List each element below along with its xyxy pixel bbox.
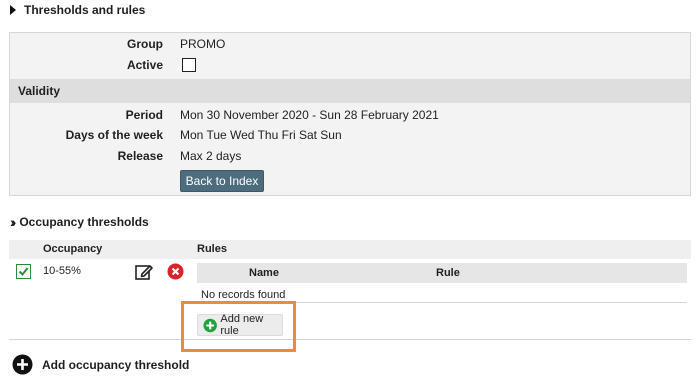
active-label: Active: [126, 58, 163, 72]
validity-header: Validity: [10, 79, 690, 103]
release-label: Release: [117, 149, 163, 163]
days-value: Mon Tue Wed Thu Fri Sat Sun: [180, 128, 342, 142]
double-chevron-right-icon: ››: [10, 214, 17, 230]
col-rules: Rules: [197, 243, 227, 255]
occupancy-value: 10-55%: [43, 265, 81, 277]
days-label: Days of the week: [65, 128, 163, 142]
add-new-rule-button[interactable]: Add new rule: [197, 313, 283, 337]
add-new-rule-label: Add new rule: [220, 313, 264, 337]
group-row: Group PROMO: [10, 34, 690, 54]
validity-title: Validity: [18, 84, 61, 98]
period-value: Mon 30 November 2020 - Sun 28 February 2…: [180, 108, 439, 122]
occupancy-table-header: Occupancy Rules: [9, 240, 691, 259]
details-panel: Group PROMO Active Validity Period Mon 3…: [9, 32, 691, 196]
active-row: Active: [10, 55, 690, 75]
release-row: Release Max 2 days: [10, 146, 690, 166]
delete-icon[interactable]: [167, 263, 184, 283]
back-to-index-button[interactable]: Back to Index: [180, 170, 264, 192]
plus-circle-black-icon: [12, 354, 33, 375]
active-checkbox[interactable]: [182, 58, 196, 72]
no-records-text: No records found: [201, 289, 286, 301]
occupancy-title: Occupancy thresholds: [19, 215, 149, 229]
rules-col-name: Name: [249, 267, 279, 279]
period-label: Period: [125, 108, 163, 122]
add-occupancy-threshold-button[interactable]: Add occupancy threshold: [12, 354, 189, 375]
occupancy-table: Occupancy Rules 10-55% Name Rule No reco…: [9, 240, 691, 340]
rules-table-header: Name Rule: [197, 263, 687, 283]
group-label: Group: [127, 37, 163, 51]
threshold-checkbox[interactable]: [16, 264, 31, 279]
rules-col-rule: Rule: [436, 267, 460, 279]
occupancy-section-header[interactable]: ›› Occupancy thresholds: [10, 214, 149, 230]
thresholds-title: Thresholds and rules: [24, 3, 146, 17]
period-row: Period Mon 30 November 2020 - Sun 28 Feb…: [10, 105, 690, 125]
edit-icon[interactable]: [134, 262, 154, 285]
plus-circle-icon: [203, 318, 217, 332]
add-occupancy-threshold-label: Add occupancy threshold: [42, 357, 190, 372]
days-row: Days of the week Mon Tue Wed Thu Fri Sat…: [10, 125, 690, 145]
group-value: PROMO: [180, 37, 226, 51]
checkmark-icon: [18, 267, 29, 277]
thresholds-section-header[interactable]: Thresholds and rules: [10, 3, 145, 17]
release-value: Max 2 days: [180, 149, 242, 163]
caret-right-icon: [10, 5, 16, 15]
col-occupancy: Occupancy: [43, 243, 103, 255]
